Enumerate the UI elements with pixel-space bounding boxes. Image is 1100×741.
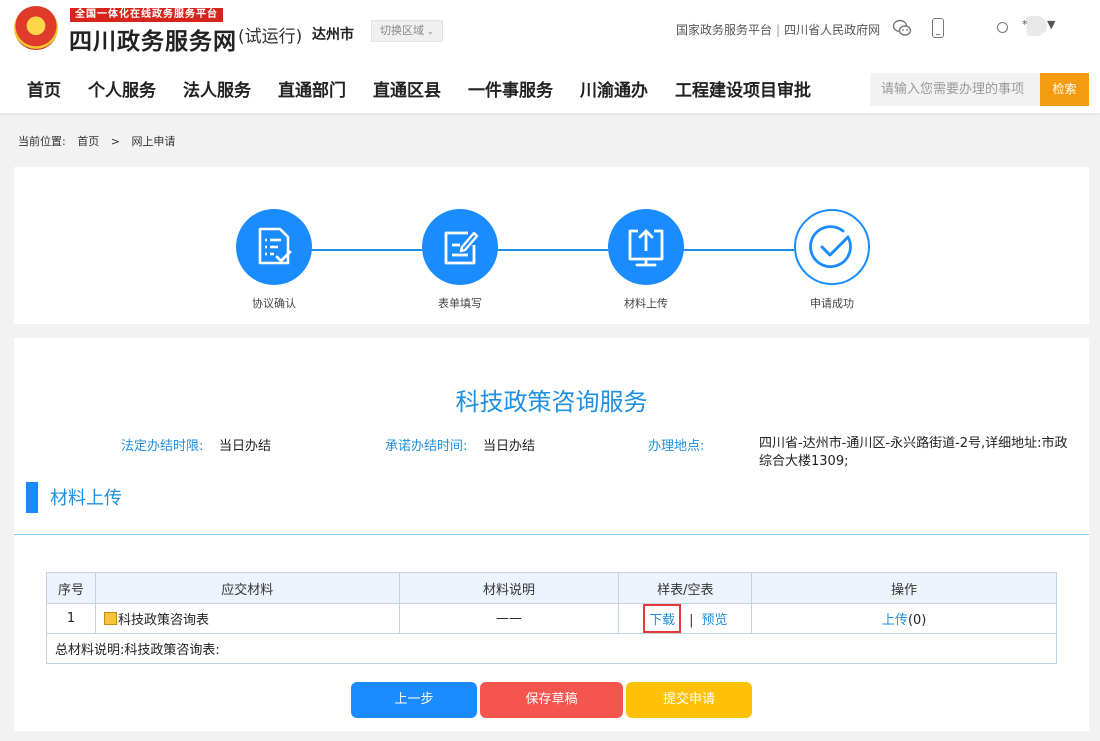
section-title: 材料上传 <box>50 488 122 509</box>
form-edit-icon <box>422 209 498 285</box>
materials-table: 序号 应交材料 材料说明 样表/空表 操作 1 科技政策咨询表 —— 下载 | 预览… <box>46 572 1057 664</box>
nav-chuanyu[interactable]: 川渝通办 <box>580 76 648 101</box>
material-name: 科技政策咨询表 <box>117 613 209 628</box>
header-index: 序号 <box>46 572 96 604</box>
legal-limit-label: 法定办结时限: <box>121 439 204 454</box>
preview-link[interactable]: 预览 <box>702 613 728 628</box>
document-check-icon <box>236 209 312 285</box>
step-label: 材料上传 <box>624 297 668 310</box>
site-title[interactable]: 四川政务服务网 <box>69 22 237 56</box>
nav-legal-person-services[interactable]: 法人服务 <box>183 76 251 101</box>
step-connector <box>682 249 794 251</box>
link-sichuan-government[interactable]: 四川省人民政府网 <box>784 23 880 37</box>
header-action: 操作 <box>751 572 1057 604</box>
link-national-platform[interactable]: 国家政务服务平台 <box>676 23 772 37</box>
step-upload: 材料上传 <box>608 209 684 311</box>
breadcrumb-home[interactable]: 首页 <box>77 135 99 148</box>
user-name[interactable]: * <box>1021 16 1047 36</box>
step-form: 表单填写 <box>422 209 498 311</box>
breadcrumb: 当前位置: 首页 > 网上申请 <box>18 133 183 149</box>
download-highlight: 下载 <box>643 604 682 633</box>
step-label: 申请成功 <box>810 297 854 310</box>
mobile-app-icon[interactable] <box>932 18 944 38</box>
section-divider <box>14 534 1089 535</box>
table-header-row: 序号 应交材料 材料说明 样表/空表 操作 <box>46 572 1057 604</box>
platform-slogan: 全国一体化在线政务服务平台 <box>70 8 223 22</box>
chevron-down-icon: ⌄ <box>427 27 434 36</box>
row-description: —— <box>398 603 620 634</box>
nav-home[interactable]: 首页 <box>27 76 61 101</box>
table-row: 1 科技政策咨询表 —— 下载 | 预览 上传(0) <box>46 603 1057 634</box>
download-link[interactable]: 下载 <box>649 613 675 628</box>
row-index: 1 <box>46 603 96 634</box>
search-button[interactable]: 检索 <box>1040 73 1089 106</box>
header-material: 应交材料 <box>94 572 400 604</box>
service-place-value: 四川省-达州市-通川区-永兴路街道-2号,详细地址:市政综合大楼1309; <box>759 436 1068 469</box>
search-input[interactable] <box>870 73 1040 106</box>
user-menu-caret-icon[interactable]: ▼ <box>1047 18 1055 31</box>
step-label: 协议确认 <box>252 297 296 310</box>
step-connector <box>310 249 422 251</box>
national-emblem-logo[interactable] <box>14 6 58 50</box>
switch-region-button[interactable]: 切换区域 ⌄ <box>371 20 443 42</box>
submit-application-button[interactable]: 提交申请 <box>626 682 752 718</box>
switch-region-label: 切换区域 <box>380 24 424 37</box>
link-separator: | <box>689 613 694 628</box>
progress-steps: 协议确认 表单填写 材料上传 申请成功 <box>14 167 1089 324</box>
promise-time-label: 承诺办结时间: <box>385 439 468 454</box>
save-draft-button[interactable]: 保存草稿 <box>480 682 623 718</box>
header-description: 材料说明 <box>398 572 620 604</box>
step-label: 表单填写 <box>438 297 482 310</box>
file-icon <box>103 612 117 625</box>
link-separator: | <box>776 23 781 37</box>
summary-row: 总材料说明:科技政策咨询表: <box>46 633 1057 664</box>
legal-limit-value: 当日办结 <box>219 439 272 454</box>
upload-count: (0) <box>907 613 927 628</box>
check-circle-icon <box>794 209 870 285</box>
row-material: 科技政策咨询表 <box>94 603 400 634</box>
upload-link[interactable]: 上传 <box>882 613 908 628</box>
service-place-label: 办理地点: <box>648 439 705 454</box>
main-nav: 首页 个人服务 法人服务 直通部门 直通区县 一件事服务 川渝通办 工程建设项目… <box>27 76 838 101</box>
upload-monitor-icon <box>608 209 684 285</box>
header-sample: 样表/空表 <box>618 572 753 604</box>
breadcrumb-separator: > <box>110 135 120 148</box>
top-header: 全国一体化在线政务服务平台 四川政务服务网 (试运行) 达州市 切换区域 ⌄ 国家… <box>0 0 1100 113</box>
application-panel: 科技政策咨询服务 法定办结时限: 当日办结 承诺办结时间: 当日办结 办理地点:… <box>14 338 1089 731</box>
breadcrumb-current: 网上申请 <box>131 135 176 148</box>
nav-construction-approval[interactable]: 工程建设项目审批 <box>675 76 811 101</box>
breadcrumb-label: 当前位置: <box>18 135 66 148</box>
service-title: 科技政策咨询服务 <box>455 388 648 416</box>
current-city: 达州市 <box>312 27 354 43</box>
wechat-icon[interactable] <box>892 18 912 38</box>
materials-summary: 总材料说明:科技政策咨询表: <box>46 633 1057 664</box>
nav-one-thing-service[interactable]: 一件事服务 <box>468 76 553 101</box>
row-sample: 下载 | 预览 <box>618 603 753 634</box>
section-marker <box>26 482 38 513</box>
nav-districts[interactable]: 直通区县 <box>373 76 441 101</box>
nav-personal-services[interactable]: 个人服务 <box>88 76 156 101</box>
trial-label: (试运行) <box>238 27 303 47</box>
step-agreement: 协议确认 <box>236 209 312 311</box>
row-action: 上传(0) <box>751 603 1057 634</box>
promise-time-value: 当日办结 <box>483 439 536 454</box>
user-icon[interactable] <box>997 22 1008 33</box>
step-connector <box>496 249 608 251</box>
nav-departments[interactable]: 直通部门 <box>278 76 346 101</box>
step-success: 申请成功 <box>794 209 870 311</box>
top-links: 国家政务服务平台 | 四川省人民政府网 <box>676 21 880 38</box>
prev-step-button[interactable]: 上一步 <box>351 682 477 718</box>
